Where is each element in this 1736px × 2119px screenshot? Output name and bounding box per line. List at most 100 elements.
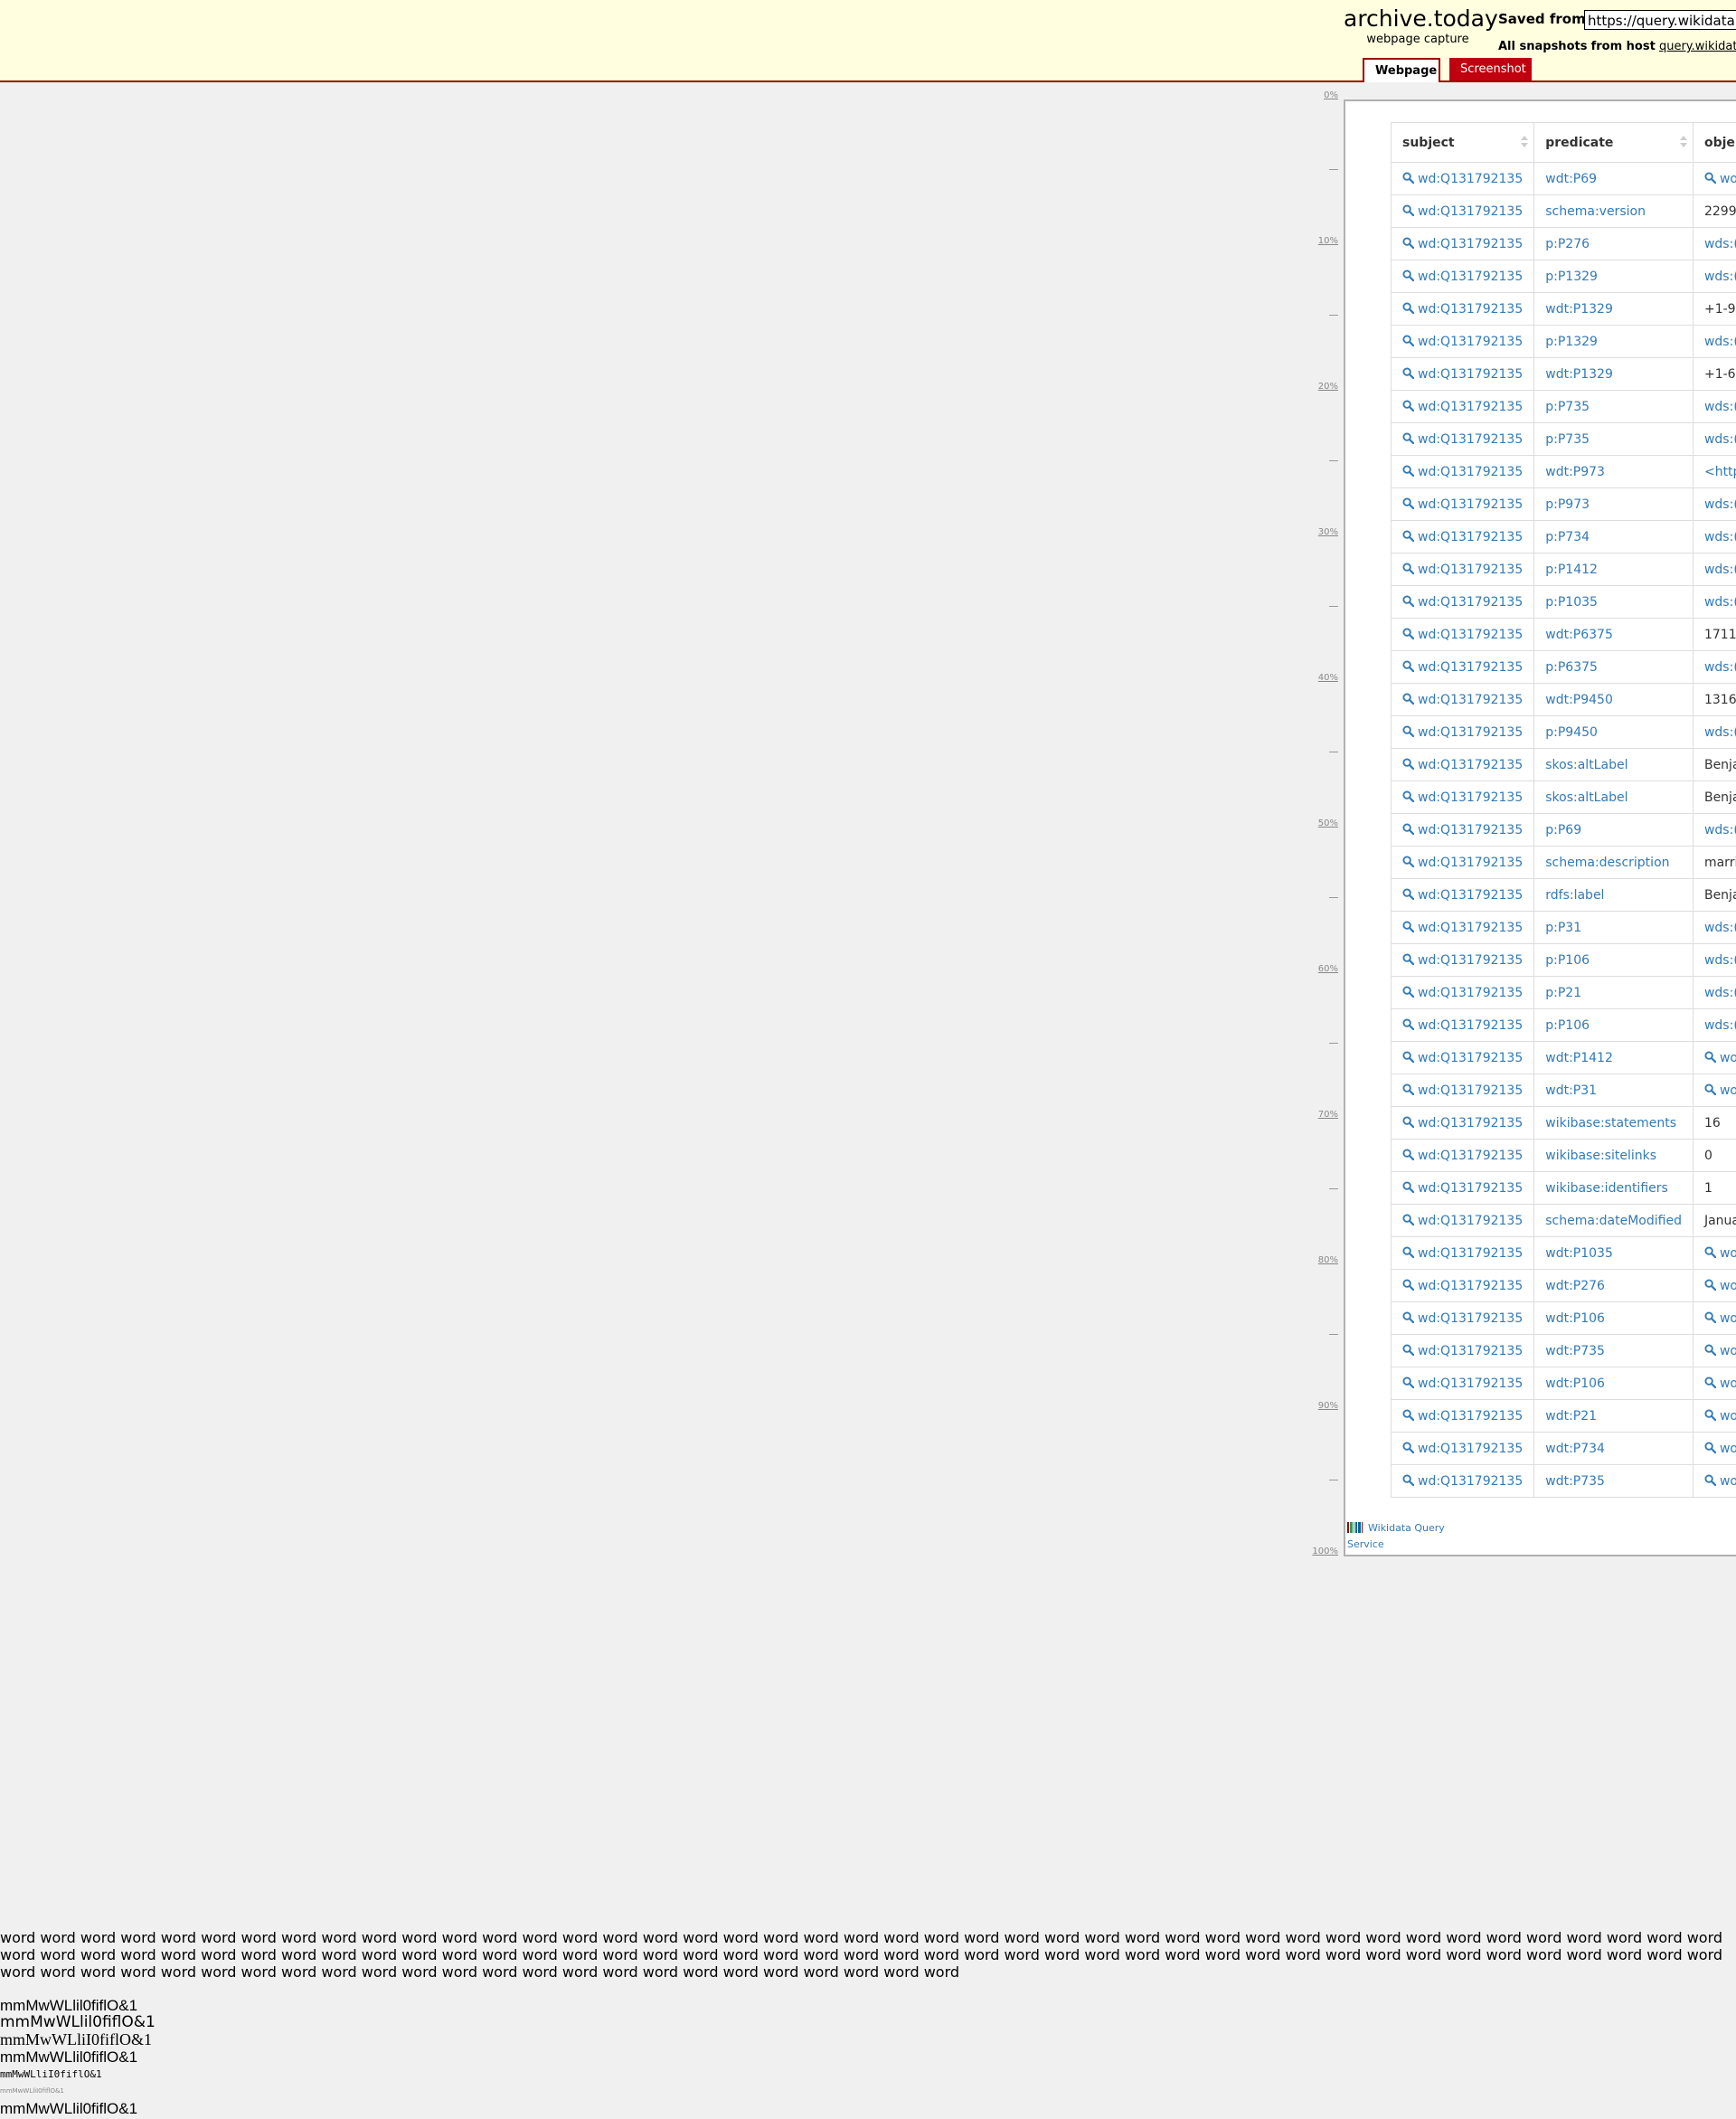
column-header-subject[interactable]: subject (1390, 122, 1535, 163)
object-cell[interactable]: wo (1692, 1236, 1736, 1270)
subject-cell[interactable]: wd:Q131792135 (1390, 1367, 1535, 1400)
predicate-cell[interactable]: wdt:P31 (1533, 1074, 1694, 1107)
predicate-link[interactable]: schema:description (1545, 856, 1669, 870)
subject-link[interactable]: wd:Q131792135 (1418, 432, 1523, 447)
subject-link[interactable]: wd:Q131792135 (1418, 1311, 1523, 1326)
subject-cell[interactable]: wd:Q131792135 (1390, 194, 1535, 228)
predicate-link[interactable]: wdt:P1412 (1545, 1051, 1613, 1065)
predicate-link[interactable]: wdt:P734 (1545, 1442, 1605, 1456)
predicate-link[interactable]: wdt:P31 (1545, 1083, 1597, 1098)
object-cell[interactable]: wds:( (1692, 715, 1736, 749)
subject-link[interactable]: wd:Q131792135 (1418, 823, 1523, 837)
subject-cell[interactable]: wd:Q131792135 (1390, 162, 1535, 195)
predicate-link[interactable]: p:P106 (1545, 953, 1590, 968)
predicate-cell[interactable]: p:P734 (1533, 520, 1694, 553)
subject-cell[interactable]: wd:Q131792135 (1390, 1074, 1535, 1107)
predicate-link[interactable]: p:P106 (1545, 1018, 1590, 1033)
subject-cell[interactable]: wd:Q131792135 (1390, 585, 1535, 619)
object-cell[interactable]: wds:( (1692, 227, 1736, 260)
subject-link[interactable]: wd:Q131792135 (1418, 1018, 1523, 1033)
subject-link[interactable]: wd:Q131792135 (1418, 693, 1523, 707)
subject-link[interactable]: wd:Q131792135 (1418, 400, 1523, 414)
column-header-predicate[interactable]: predicate (1533, 122, 1694, 163)
predicate-link[interactable]: wdt:P106 (1545, 1376, 1605, 1391)
subject-cell[interactable]: wd:Q131792135 (1390, 1106, 1535, 1140)
object-cell[interactable]: <http (1692, 455, 1736, 488)
predicate-cell[interactable]: wikibase:sitelinks (1533, 1139, 1694, 1172)
subject-cell[interactable]: wd:Q131792135 (1390, 325, 1535, 358)
subject-link[interactable]: wd:Q131792135 (1418, 595, 1523, 610)
subject-link[interactable]: wd:Q131792135 (1418, 628, 1523, 642)
wikidata-query-service-logo[interactable]: Wikidata Query Service (1345, 1521, 1474, 1552)
predicate-cell[interactable]: wdt:P973 (1533, 455, 1694, 488)
subject-link[interactable]: wd:Q131792135 (1418, 1376, 1523, 1391)
ruler-label[interactable]: 30% (1318, 527, 1338, 537)
subject-cell[interactable]: wd:Q131792135 (1390, 1171, 1535, 1205)
predicate-cell[interactable]: wdt:P69 (1533, 162, 1694, 195)
subject-cell[interactable]: wd:Q131792135 (1390, 422, 1535, 456)
subject-cell[interactable]: wd:Q131792135 (1390, 520, 1535, 553)
predicate-link[interactable]: wikibase:identifiers (1545, 1181, 1668, 1196)
subject-cell[interactable]: wd:Q131792135 (1390, 943, 1535, 977)
subject-link[interactable]: wd:Q131792135 (1418, 270, 1523, 284)
subject-link[interactable]: wd:Q131792135 (1418, 530, 1523, 544)
predicate-link[interactable]: schema:version (1545, 204, 1646, 219)
predicate-link[interactable]: wdt:P9450 (1545, 693, 1613, 707)
predicate-cell[interactable]: wdt:P735 (1533, 1334, 1694, 1367)
ruler-label[interactable]: 70% (1318, 1110, 1338, 1120)
predicate-cell[interactable]: wdt:P1412 (1533, 1041, 1694, 1074)
predicate-link[interactable]: p:P6375 (1545, 660, 1598, 675)
subject-cell[interactable]: wd:Q131792135 (1390, 1139, 1535, 1172)
column-header-object[interactable]: obje (1692, 122, 1736, 163)
subject-link[interactable]: wd:Q131792135 (1418, 1246, 1523, 1261)
object-cell[interactable]: wo (1692, 1301, 1736, 1335)
subject-cell[interactable]: wd:Q131792135 (1390, 976, 1535, 1009)
subject-cell[interactable]: wd:Q131792135 (1390, 780, 1535, 814)
object-cell[interactable]: wds:( (1692, 813, 1736, 847)
predicate-cell[interactable]: p:P735 (1533, 422, 1694, 456)
object-cell[interactable]: wds:( (1692, 911, 1736, 944)
subject-link[interactable]: wd:Q131792135 (1418, 1083, 1523, 1098)
subject-cell[interactable]: wd:Q131792135 (1390, 227, 1535, 260)
object-cell[interactable]: wds:( (1692, 422, 1736, 456)
predicate-link[interactable]: p:P1035 (1545, 595, 1598, 610)
subject-cell[interactable]: wd:Q131792135 (1390, 748, 1535, 781)
predicate-link[interactable]: p:P973 (1545, 497, 1590, 512)
predicate-cell[interactable]: p:P276 (1533, 227, 1694, 260)
ruler-label[interactable]: 60% (1318, 964, 1338, 974)
subject-cell[interactable]: wd:Q131792135 (1390, 1008, 1535, 1042)
ruler-label[interactable]: 20% (1318, 382, 1338, 392)
predicate-cell[interactable]: p:P21 (1533, 976, 1694, 1009)
subject-link[interactable]: wd:Q131792135 (1418, 986, 1523, 1000)
predicate-link[interactable]: wdt:P6375 (1545, 628, 1613, 642)
subject-link[interactable]: wd:Q131792135 (1418, 1442, 1523, 1456)
subject-cell[interactable]: wd:Q131792135 (1390, 1301, 1535, 1335)
subject-cell[interactable]: wd:Q131792135 (1390, 1204, 1535, 1237)
saved-url-input[interactable]: https://query.wikidata.org (1584, 10, 1736, 30)
subject-link[interactable]: wd:Q131792135 (1418, 465, 1523, 479)
ruler-label[interactable]: 0% (1324, 90, 1338, 100)
subject-link[interactable]: wd:Q131792135 (1418, 497, 1523, 512)
subject-link[interactable]: wd:Q131792135 (1418, 172, 1523, 186)
predicate-cell[interactable]: wdt:P21 (1533, 1399, 1694, 1433)
predicate-link[interactable]: p:P734 (1545, 530, 1590, 544)
predicate-link[interactable]: wdt:P1035 (1545, 1246, 1613, 1261)
subject-cell[interactable]: wd:Q131792135 (1390, 683, 1535, 716)
predicate-link[interactable]: schema:dateModified (1545, 1214, 1682, 1228)
predicate-cell[interactable]: wdt:P106 (1533, 1367, 1694, 1400)
ruler-label[interactable]: 100% (1312, 1547, 1338, 1556)
object-cell[interactable]: wds:( (1692, 585, 1736, 619)
subject-link[interactable]: wd:Q131792135 (1418, 563, 1523, 577)
predicate-link[interactable]: skos:altLabel (1545, 790, 1628, 805)
predicate-cell[interactable]: p:P735 (1533, 390, 1694, 423)
predicate-link[interactable]: wdt:P106 (1545, 1311, 1605, 1326)
subject-cell[interactable]: wd:Q131792135 (1390, 878, 1535, 912)
subject-link[interactable]: wd:Q131792135 (1418, 660, 1523, 675)
subject-cell[interactable]: wd:Q131792135 (1390, 390, 1535, 423)
predicate-cell[interactable]: wdt:P1329 (1533, 357, 1694, 391)
predicate-link[interactable]: skos:altLabel (1545, 758, 1628, 772)
predicate-cell[interactable]: skos:altLabel (1533, 748, 1694, 781)
subject-link[interactable]: wd:Q131792135 (1418, 335, 1523, 349)
object-cell[interactable]: wds:( (1692, 390, 1736, 423)
predicate-link[interactable]: p:P735 (1545, 400, 1590, 414)
